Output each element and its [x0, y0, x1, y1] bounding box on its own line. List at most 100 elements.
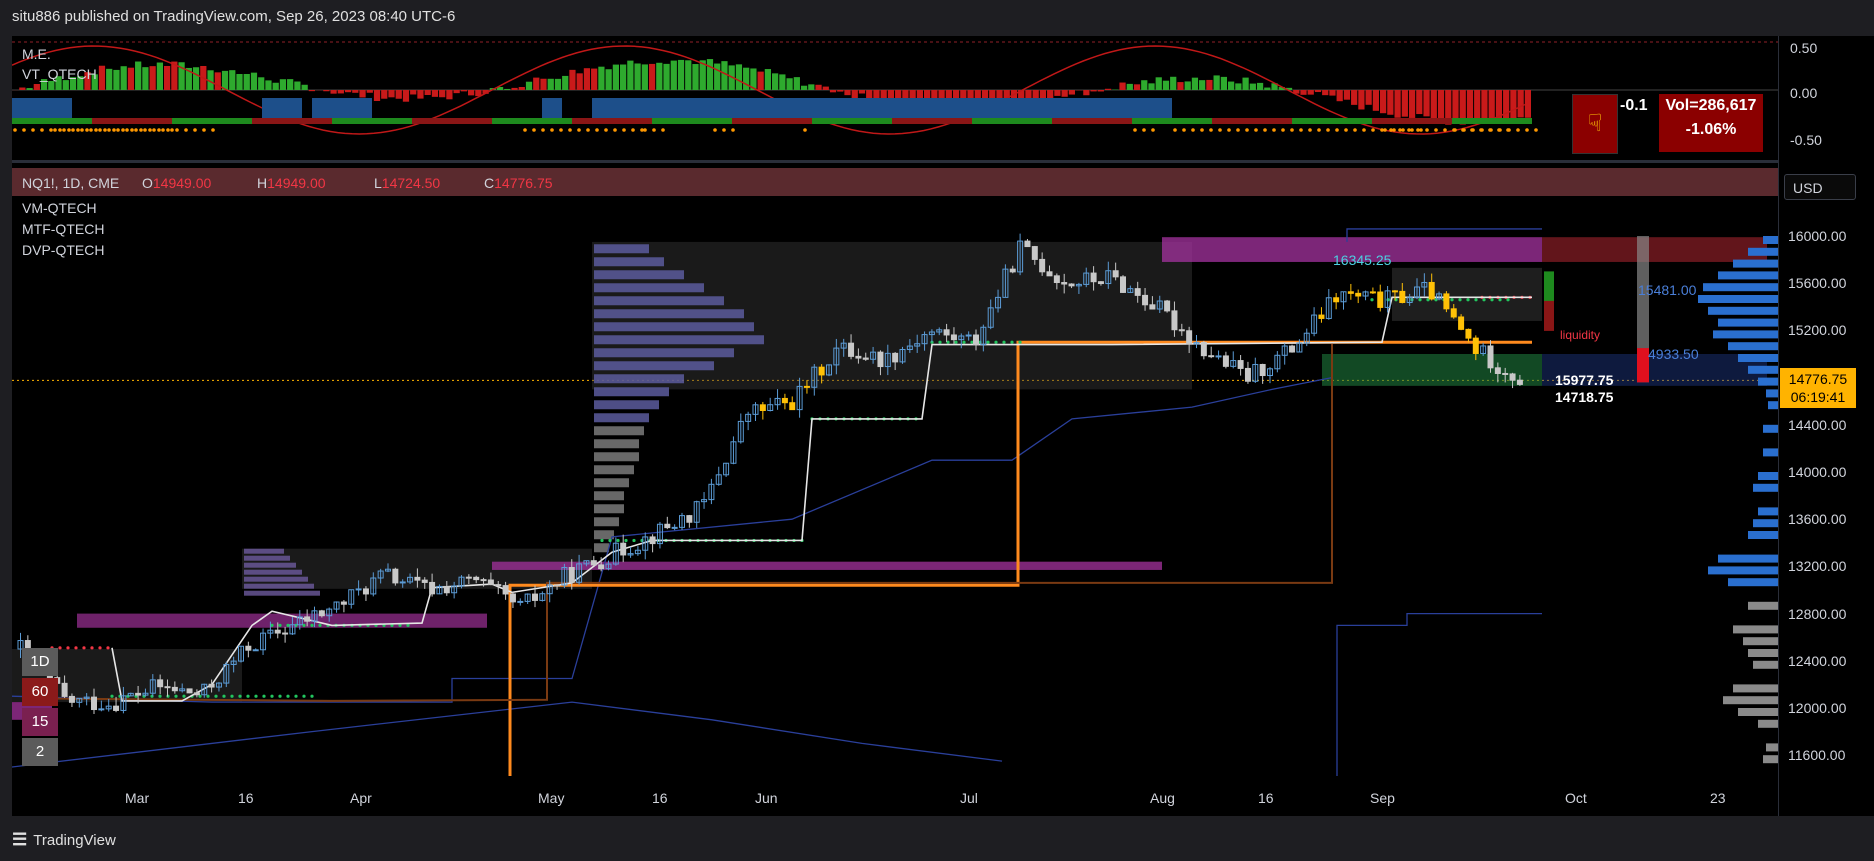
- time-tick: 16: [238, 790, 254, 806]
- osc-trend-strip: [632, 118, 642, 124]
- candle-body: [1502, 372, 1509, 375]
- candle-body: [61, 682, 68, 697]
- time-tick: Jul: [960, 790, 978, 806]
- candle-body: [1443, 293, 1450, 310]
- price-tick: 15200.00: [1788, 322, 1847, 339]
- osc-bar: [323, 90, 330, 92]
- candle-body: [1244, 367, 1251, 382]
- osc-signal-dot: [803, 128, 807, 132]
- osc-bar: [743, 67, 750, 90]
- support-dots: [302, 623, 306, 627]
- osc-bar: [786, 78, 793, 90]
- osc-signal-dot: [1335, 128, 1339, 132]
- candle-body: [362, 588, 369, 595]
- osc-bar: [417, 90, 424, 99]
- osc-trend-strip: [1062, 118, 1072, 124]
- candle-body: [399, 581, 406, 584]
- osc-trend-strip: [612, 118, 622, 124]
- support-dots: [1370, 298, 1374, 302]
- osc-signal-dot: [71, 128, 75, 132]
- time-tick: Mar: [125, 790, 150, 806]
- level-label: 16345.25: [1333, 252, 1392, 268]
- candle-body: [965, 334, 972, 337]
- candle-body: [91, 696, 97, 711]
- candle-body: [1031, 246, 1038, 260]
- osc-trend-strip: [1072, 118, 1082, 124]
- osc-signal-dot: [1200, 128, 1204, 132]
- candle-body: [1391, 290, 1398, 293]
- osc-bar: [1083, 90, 1090, 96]
- osc-bar: [1408, 90, 1416, 118]
- candle-body: [68, 695, 75, 703]
- osc-bar: [1242, 77, 1249, 90]
- timeframe-15[interactable]: 15: [22, 708, 58, 736]
- osc-signal-dot: [1173, 128, 1177, 132]
- osc-trend-strip: [352, 118, 362, 124]
- osc-trend-strip: [862, 118, 872, 124]
- osc-bar: [446, 90, 453, 100]
- osc-bar: [721, 61, 728, 90]
- osc-trend-strip: [1182, 118, 1192, 124]
- symbol-label[interactable]: NQ1!, 1D, CME: [22, 175, 119, 191]
- osc-trend-strip: [332, 118, 342, 124]
- osc-trend-strip: [1012, 118, 1022, 124]
- right-volume-bar: [1708, 566, 1778, 575]
- timeframe-2[interactable]: 2: [22, 738, 58, 766]
- osc-trend-strip: [202, 118, 212, 124]
- osc-signal-dot: [661, 128, 665, 132]
- support-dots: [986, 340, 990, 344]
- candle-body: [113, 705, 120, 711]
- osc-bar: [1090, 90, 1097, 92]
- osc-trend-strip: [1422, 118, 1432, 124]
- osc-signal-dot: [85, 128, 89, 132]
- price-chart[interactable]: [12, 196, 1778, 776]
- osc-signal-dot: [1254, 128, 1258, 132]
- volume-profile-bar: [594, 374, 684, 384]
- osc-signal-dot: [550, 128, 554, 132]
- timeframe-60[interactable]: 60: [22, 678, 58, 706]
- indicator-label-vm: VM-QTECH: [22, 200, 97, 216]
- timeframe-1d[interactable]: 1D: [22, 648, 58, 676]
- osc-bar: [620, 64, 627, 90]
- osc-trend-strip: [192, 118, 202, 124]
- candle-body: [1465, 328, 1472, 339]
- right-volume-bar: [1748, 247, 1778, 256]
- osc-bar: [800, 85, 808, 90]
- support-dots: [222, 694, 226, 698]
- osc-bar: [214, 72, 221, 90]
- support-dots: [110, 694, 114, 698]
- volume-profile-bar: [594, 387, 669, 397]
- candle-body: [157, 679, 164, 688]
- pane-separator[interactable]: [12, 160, 1778, 163]
- osc-trend-strip: [522, 118, 532, 124]
- osc-signal-dot: [1245, 128, 1249, 132]
- osc-trend-strip: [42, 118, 52, 124]
- osc-trend-strip: [742, 118, 752, 124]
- osc-signal-dot: [1326, 128, 1330, 132]
- support-dots: [1010, 340, 1014, 344]
- osc-bar: [1141, 80, 1148, 90]
- osc-bar: [1314, 90, 1322, 93]
- time-tick: Jun: [755, 790, 778, 806]
- volume-profile-bar: [594, 257, 664, 267]
- osc-trend-strip: [262, 118, 272, 124]
- osc-trend-strip: [1142, 118, 1152, 124]
- time-tick: Sep: [1370, 790, 1395, 806]
- osc-signal-dot: [1453, 128, 1457, 132]
- osc-trend-strip: [1492, 118, 1502, 124]
- currency-button[interactable]: USD: [1784, 174, 1856, 200]
- osc-bar: [1329, 90, 1336, 96]
- osc-signal-dot: [53, 128, 57, 132]
- osc-signal-dot: [166, 128, 170, 132]
- candle-body: [193, 692, 200, 696]
- support-dots: [278, 694, 282, 698]
- osc-trend-strip: [132, 118, 142, 124]
- candle-body: [274, 629, 281, 634]
- osc-trend-strip: [1362, 118, 1372, 124]
- right-volume-bar: [1738, 354, 1778, 362]
- osc-trend-strip: [172, 118, 182, 124]
- candle-body: [1149, 304, 1156, 310]
- osc-signal-dot: [139, 128, 143, 132]
- osc-bar: [547, 78, 554, 90]
- osc-trend-strip: [82, 118, 92, 124]
